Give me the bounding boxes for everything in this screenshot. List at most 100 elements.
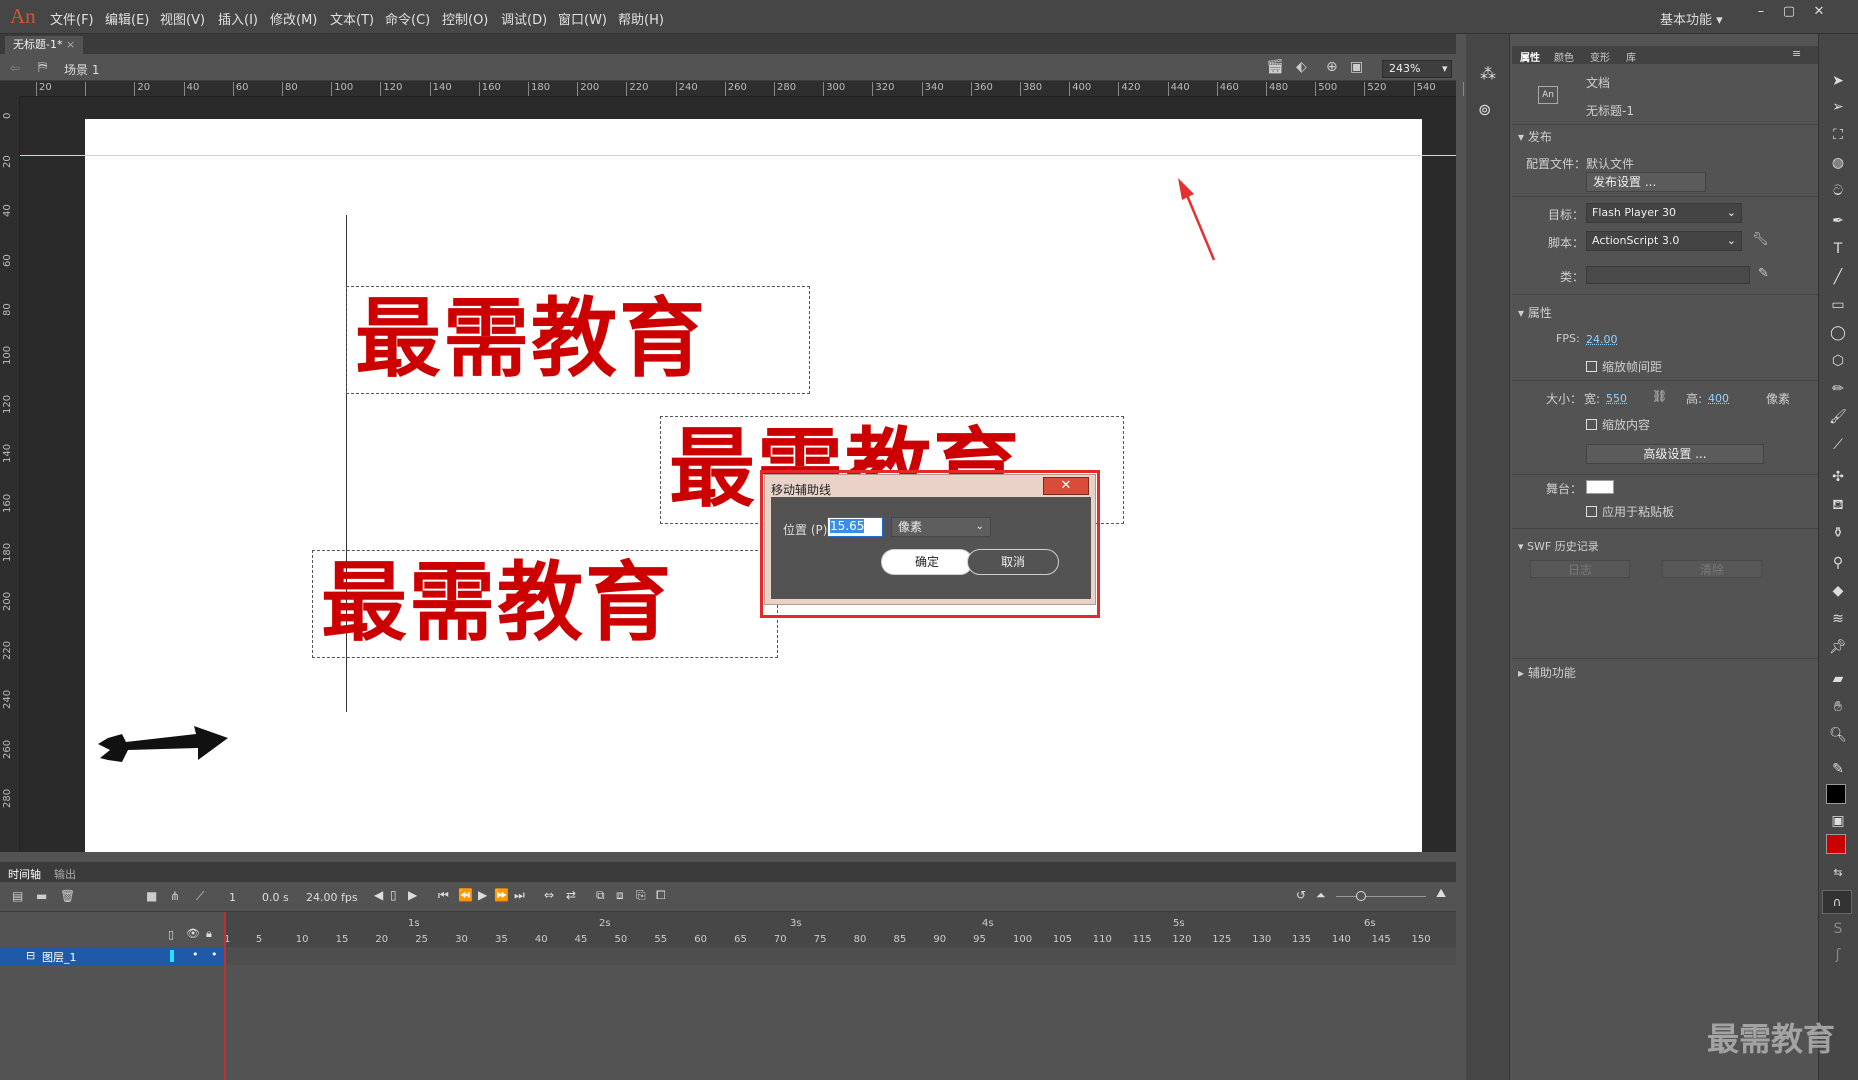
log-button[interactable]: 日志 <box>1530 560 1630 578</box>
text-field-1[interactable]: 最需教育 <box>346 286 810 394</box>
scale-content-checkbox[interactable] <box>1586 419 1597 430</box>
paint-bucket-icon[interactable]: ⛾ <box>1822 494 1854 516</box>
ink-bottle-icon[interactable]: ⚱ <box>1822 522 1854 544</box>
subselection-tool-icon[interactable]: ➢ <box>1822 96 1854 118</box>
highlight-icon[interactable]: ▯ <box>168 928 174 941</box>
new-folder-icon[interactable]: ▬ <box>36 889 47 903</box>
snap-magnet-icon[interactable]: ∩ <box>1822 890 1852 914</box>
current-time[interactable]: 0.0 s <box>262 891 289 904</box>
tab-color[interactable]: 颜色 <box>1554 49 1574 64</box>
insert-keyframe-icon[interactable]: ▯ <box>390 888 397 902</box>
frames-row[interactable] <box>224 947 1456 965</box>
menu-text[interactable]: 文本(T) <box>330 9 374 28</box>
step-forward-icon[interactable]: ⏩ <box>494 888 509 902</box>
cc-libraries-icon[interactable]: ⊚ <box>1478 100 1491 119</box>
arrow-shape[interactable] <box>96 712 236 770</box>
clip-stage-icon[interactable]: ▣ <box>1350 59 1363 75</box>
menu-insert[interactable]: 插入(I) <box>218 9 258 28</box>
tab-library[interactable]: 库 <box>1626 49 1636 64</box>
layer-parent-icon[interactable]: ⋔ <box>170 889 180 903</box>
step-back-icon[interactable]: ⏪ <box>458 888 473 902</box>
symbol-icon[interactable]: ⬖ <box>1296 59 1307 75</box>
horizontal-ruler[interactable]: 20 20 40 60 80 100 120 140 160 180 200 220 240 260 280… <box>20 81 1485 97</box>
clear-button[interactable]: 清除 <box>1662 560 1762 578</box>
publish-section-toggle[interactable]: ▾ 发布 <box>1518 128 1552 145</box>
menu-help[interactable]: 帮助(H) <box>618 9 664 28</box>
target-select[interactable]: Flash Player 30 ⌄ <box>1586 203 1742 223</box>
script-select[interactable]: ActionScript 3.0 ⌄ <box>1586 231 1742 251</box>
width-tool-icon[interactable]: ≋ <box>1822 608 1854 630</box>
fill-color-icon[interactable]: ▣ <box>1822 810 1854 832</box>
oval-tool-icon[interactable]: ◯ <box>1822 322 1854 344</box>
graph-icon[interactable]: ⟋ <box>196 889 204 904</box>
eye-icon[interactable]: 👁︎ <box>186 927 200 940</box>
onion-outline-icon[interactable]: ⧈ <box>616 888 624 903</box>
width-value[interactable]: 550 <box>1606 392 1627 405</box>
lasso-icon[interactable]: ට <box>1822 180 1854 202</box>
swf-history-toggle[interactable]: ▾ SWF 历史记录 <box>1518 538 1599 554</box>
camera-tool-icon[interactable]: ▰ <box>1822 668 1854 690</box>
publish-settings-button[interactable]: 发布设置 ... <box>1586 172 1706 192</box>
rectangle-tool-icon[interactable]: ▭ <box>1822 294 1854 316</box>
menu-commands[interactable]: 命令(C) <box>385 9 430 28</box>
polystar-tool-icon[interactable]: ⬡ <box>1822 350 1854 372</box>
loop-icon[interactable]: ⇄ <box>566 888 576 902</box>
last-frame-icon[interactable]: ⏭ <box>514 888 525 903</box>
scale-spans-checkbox[interactable] <box>1586 361 1597 372</box>
scene-label[interactable]: 场景 1 <box>64 61 99 78</box>
pin-tool-icon[interactable]: 📌︎ <box>1822 636 1854 658</box>
text-field-3[interactable]: 最需教育 <box>312 550 778 658</box>
current-frame[interactable]: 1 <box>229 891 236 904</box>
document-tab[interactable]: 无标题-1* × <box>5 36 84 54</box>
menu-view[interactable]: 视图(V) <box>160 9 205 28</box>
clapper-icon[interactable]: 🎬︎ <box>1266 59 1284 75</box>
back-arrow-icon[interactable]: ⇦ <box>10 61 20 75</box>
pencil-icon[interactable]: ✎ <box>1758 266 1769 281</box>
tab-output[interactable]: 输出 <box>54 866 76 882</box>
minimize-button[interactable]: – <box>1748 4 1774 22</box>
lock-dot[interactable]: • <box>211 948 218 961</box>
vertical-ruler[interactable]: 0 20 40 60 80 100 120 140 160 180 200 220 240 260 280 <box>0 97 20 852</box>
menu-control[interactable]: 控制(O) <box>442 9 488 28</box>
stroke-color-icon[interactable]: ✎ <box>1822 758 1854 780</box>
class-input[interactable] <box>1586 266 1750 284</box>
center-frame-icon[interactable]: ⇔ <box>544 888 554 902</box>
onion-markers-icon[interactable]: ⧠ <box>656 888 666 903</box>
menu-file[interactable]: 文件(F) <box>50 9 94 28</box>
delete-icon[interactable]: 🗑︎ <box>60 889 75 903</box>
tab-properties[interactable]: 属性 <box>1520 49 1540 64</box>
close-button[interactable]: ✕ <box>1806 4 1832 22</box>
maximize-button[interactable]: ▢ <box>1776 4 1802 22</box>
fps-value[interactable]: 24.00 <box>1586 333 1618 346</box>
eyedropper-icon[interactable]: ⚲ <box>1822 552 1854 574</box>
brush-tool-icon[interactable]: ⟋ <box>1822 434 1854 456</box>
play-icon[interactable]: ▶ <box>478 888 487 902</box>
line-tool-icon[interactable]: ╱ <box>1822 266 1854 288</box>
prev-keyframe-icon[interactable]: ◀ <box>374 888 383 902</box>
panel-menu-icon[interactable]: ≡ <box>1792 47 1801 60</box>
horizontal-guide[interactable] <box>20 155 1456 156</box>
pen-tool-icon[interactable]: ✒ <box>1822 210 1854 232</box>
selection-tool-icon[interactable]: ➤ <box>1822 70 1854 92</box>
layer-row[interactable]: ⊟ 图层_1 • • <box>0 947 224 965</box>
edit-multiple-icon[interactable]: ⎘ <box>636 888 646 903</box>
menu-window[interactable]: 窗口(W) <box>558 9 607 28</box>
workspace-switcher[interactable]: 基本功能 ▾ <box>1660 9 1723 28</box>
lock-icon[interactable]: 🔒︎ <box>206 927 212 941</box>
wrench-icon[interactable]: 🔧︎ <box>1752 232 1769 247</box>
undo-icon[interactable]: ↺ <box>1296 888 1306 902</box>
mountain-icon[interactable]: ⛰︎ <box>1436 886 1446 901</box>
paint-brush-icon[interactable]: 🖌︎ <box>1822 406 1854 428</box>
straighten-icon[interactable]: ʃ <box>1822 944 1854 966</box>
text-tool-icon[interactable]: T <box>1822 238 1854 260</box>
close-icon[interactable]: × <box>66 38 75 51</box>
pencil-tool-icon[interactable]: ✏ <box>1822 378 1854 400</box>
height-value[interactable]: 400 <box>1708 392 1729 405</box>
next-keyframe-icon[interactable]: ▶ <box>408 888 417 902</box>
chevron-down-icon[interactable]: ▾ <box>1442 62 1448 75</box>
zoom-slider-track[interactable] <box>1336 896 1426 897</box>
bone-tool-icon[interactable]: ✣ <box>1822 466 1854 488</box>
link-icon[interactable]: ⛓︎ <box>1652 389 1667 403</box>
frame-rate[interactable]: 24.00 fps <box>306 891 358 904</box>
3d-rotation-icon[interactable]: ◍ <box>1822 152 1854 174</box>
